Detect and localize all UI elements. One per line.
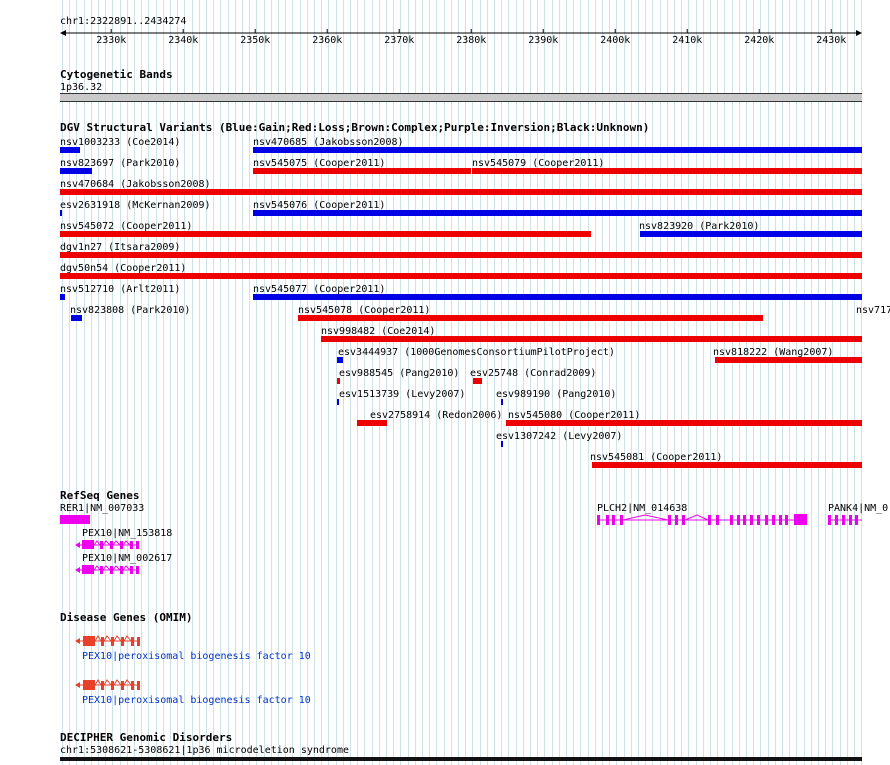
- omim-model-1[interactable]: [75, 635, 140, 646]
- decipher-bar[interactable]: [60, 757, 862, 761]
- track-title-decipher[interactable]: DECIPHER Genomic Disorders: [60, 732, 232, 744]
- genome-browser-canvas: chr1:2322891..2434274 2330k 2340k 2350k 236…: [0, 0, 890, 765]
- decipher-label[interactable]: chr1:5308621-5308621|1p36 microdeletion …: [60, 745, 349, 756]
- omim-model-2[interactable]: [75, 679, 140, 690]
- omim-label-2[interactable]: PEX10|peroxisomal biogenesis factor 10: [82, 695, 311, 706]
- omim-label-1[interactable]: PEX10|peroxisomal biogenesis factor 10: [82, 651, 311, 662]
